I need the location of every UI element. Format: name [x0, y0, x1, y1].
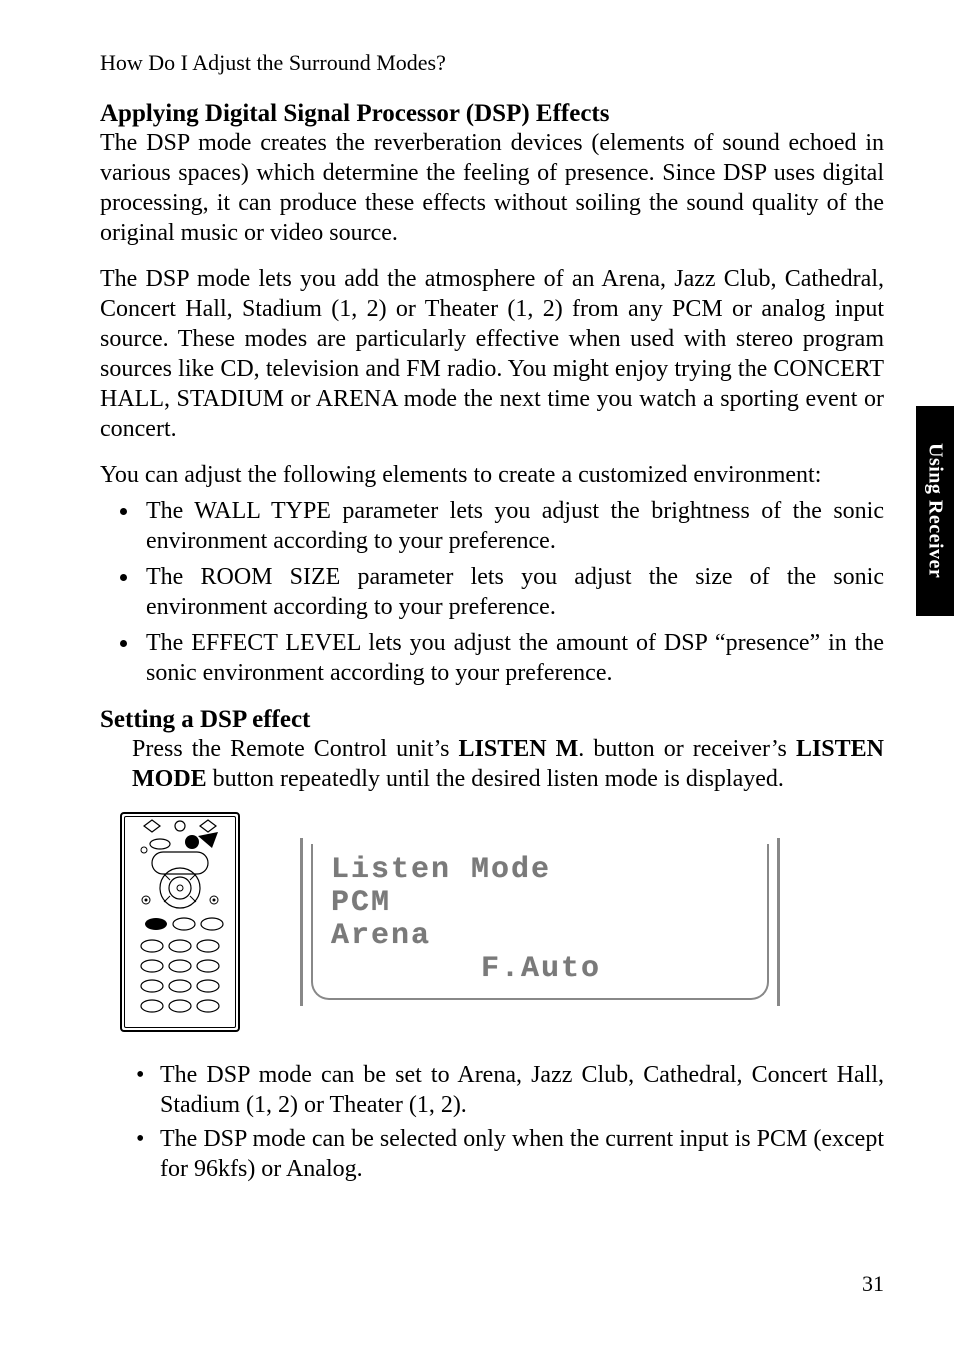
notes-list: The DSP mode can be set to Arena, Jazz C… — [132, 1060, 884, 1184]
text: button repeatedly until the desired list… — [207, 766, 784, 792]
section-title-dsp: Applying Digital Signal Processor (DSP) … — [100, 100, 884, 128]
side-tab: Using Receiver — [916, 406, 954, 616]
text: . button or receiver’s — [578, 736, 796, 762]
list-item: The WALL TYPE parameter lets you adjust … — [140, 496, 884, 556]
paragraph: You can adjust the following elements to… — [100, 460, 884, 490]
page: How Do I Adjust the Surround Modes? Appl… — [0, 0, 954, 1345]
figure-row: Listen Mode PCM Arena F.Auto — [120, 812, 884, 1032]
lcd-line: F.Auto — [331, 953, 749, 986]
section-title-setting: Setting a DSP effect — [100, 706, 884, 734]
paragraph: The DSP mode lets you add the atmosphere… — [100, 264, 884, 444]
list-item: The EFFECT LEVEL lets you adjust the amo… — [140, 628, 884, 688]
paragraph: The DSP mode creates the reverberation d… — [100, 128, 884, 248]
remote-illustration — [120, 812, 240, 1032]
remote-svg — [122, 814, 238, 1030]
lcd-inner: Listen Mode PCM Arena F.Auto — [311, 844, 769, 1000]
text: Press the Remote Control unit’s — [132, 736, 459, 762]
instruction-block: Press the Remote Control unit’s LISTEN M… — [132, 734, 884, 794]
lcd-display: Listen Mode PCM Arena F.Auto — [300, 838, 780, 1006]
list-item: The ROOM SIZE parameter lets you adjust … — [140, 562, 884, 622]
lcd-line: PCM — [331, 887, 749, 920]
page-number: 31 — [862, 1271, 884, 1297]
paragraph: Press the Remote Control unit’s LISTEN M… — [132, 734, 884, 794]
running-head: How Do I Adjust the Surround Modes? — [100, 50, 884, 76]
side-tab-label: Using Receiver — [924, 443, 947, 578]
lcd-line: Listen Mode — [331, 854, 749, 887]
list-item: The DSP mode can be selected only when t… — [132, 1124, 884, 1184]
bold-text: LISTEN M — [459, 736, 579, 762]
lcd-line: Arena — [331, 920, 749, 953]
list-item: The DSP mode can be set to Arena, Jazz C… — [132, 1060, 884, 1120]
bullet-list: The WALL TYPE parameter lets you adjust … — [100, 496, 884, 688]
